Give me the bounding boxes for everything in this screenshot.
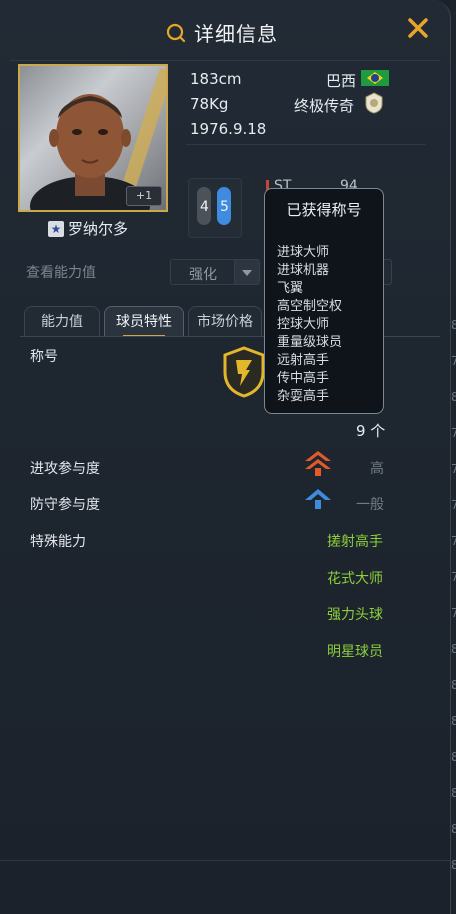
star-icon: ★	[48, 220, 64, 237]
attack-work-rate-label: 进攻参与度	[30, 461, 100, 477]
attack-work-rate-value: 高	[370, 461, 384, 477]
info-divider	[186, 144, 426, 145]
close-icon[interactable]	[406, 16, 430, 40]
preferred-foot-box: 4 5	[188, 178, 242, 238]
tooltip-title: 已获得称号	[286, 201, 362, 219]
trait-shield-icon[interactable]	[222, 346, 266, 398]
legend-badge-icon	[365, 92, 383, 114]
right-foot-value: 5	[220, 199, 229, 215]
tab-player-traits[interactable]: 球员特性	[104, 306, 184, 337]
tooltip-item: 杂耍高手	[277, 389, 330, 404]
tooltip-item: 飞翼	[277, 281, 304, 296]
background-list-edge	[451, 0, 456, 914]
left-foot-value: 4	[200, 199, 209, 215]
player-weight: 78Kg	[190, 95, 229, 113]
background-list-digit: 8	[451, 714, 456, 728]
background-list-digit: 7	[451, 426, 456, 440]
background-list-digit: 8	[451, 822, 456, 836]
background-list-digit: 7	[451, 606, 456, 620]
tooltip-item: 控球大师	[277, 317, 330, 332]
attack-up-arrow-icon	[305, 451, 331, 476]
background-list-digit: 7	[451, 570, 456, 584]
defense-up-arrow-icon	[305, 489, 331, 509]
background-list-digit: 7	[451, 354, 456, 368]
title-label: 称号	[30, 349, 58, 365]
tab-market-price[interactable]: 市场价格	[188, 306, 262, 336]
tooltip-item: 远射高手	[277, 353, 330, 368]
header: 详细信息	[0, 0, 450, 62]
tooltip-item: 传中高手	[277, 371, 330, 386]
tooltip-item: 进球机器	[277, 263, 330, 278]
bottom-divider	[0, 860, 450, 861]
tab-ability[interactable]: 能力值	[24, 306, 100, 336]
tooltip-list: 进球大师 进球机器 飞翼 高空制空权 控球大师 重量级球员 远射高手 传中高手 …	[277, 244, 342, 406]
chevron-down-icon[interactable]	[234, 260, 259, 284]
tooltip-item: 高空制空权	[277, 299, 343, 314]
title-count: 9 个	[356, 422, 386, 440]
background-list-digit: 8	[451, 858, 456, 872]
page-title: 详细信息	[194, 22, 278, 46]
background-list-digit: 8	[451, 678, 456, 692]
background-list-digit: 8	[451, 642, 456, 656]
header-divider	[10, 60, 440, 61]
player-nationality: 巴西	[326, 72, 357, 90]
ability-select[interactable]: 强化	[170, 259, 260, 285]
player-season: 终极传奇	[294, 97, 355, 115]
background-list-digit: 7	[451, 534, 456, 548]
background-list-digit: 8	[451, 318, 456, 332]
titles-tooltip: 已获得称号 进球大师 进球机器 飞翼 高空制空权 控球大师 重量级球员 远射高手…	[264, 188, 384, 414]
special-ability-item: 花式大师	[327, 571, 383, 587]
special-ability-item: 明星球员	[327, 644, 383, 660]
background-list-digit: 8	[451, 750, 456, 764]
background-list-digit: 8	[451, 390, 456, 404]
tooltip-item: 重量级球员	[277, 335, 343, 350]
player-name-row: ★ 罗纳尔多	[48, 218, 128, 239]
player-birthday: 1976.9.18	[190, 120, 267, 138]
special-ability-item: 强力头球	[327, 607, 383, 623]
upgrade-badge: +1	[126, 186, 162, 206]
background-list-digit: 7	[451, 498, 456, 512]
ability-select-value: 强化	[189, 267, 217, 283]
search-icon	[166, 23, 186, 42]
player-height: 183cm	[190, 70, 242, 88]
player-name: 罗纳尔多	[68, 220, 129, 238]
tooltip-item: 进球大师	[277, 245, 330, 260]
special-ability-item: 搓射高手	[327, 534, 383, 550]
ability-label: 查看能力值	[26, 265, 96, 281]
background-list-digit: 8	[451, 786, 456, 800]
special-ability-label: 特殊能力	[30, 534, 86, 550]
brazil-flag-icon	[361, 70, 389, 86]
defense-work-rate-label: 防守参与度	[30, 497, 100, 513]
background-list-digit: 7	[451, 462, 456, 476]
defense-work-rate-value: 一般	[356, 497, 384, 513]
title-wrap: 详细信息	[166, 18, 278, 47]
